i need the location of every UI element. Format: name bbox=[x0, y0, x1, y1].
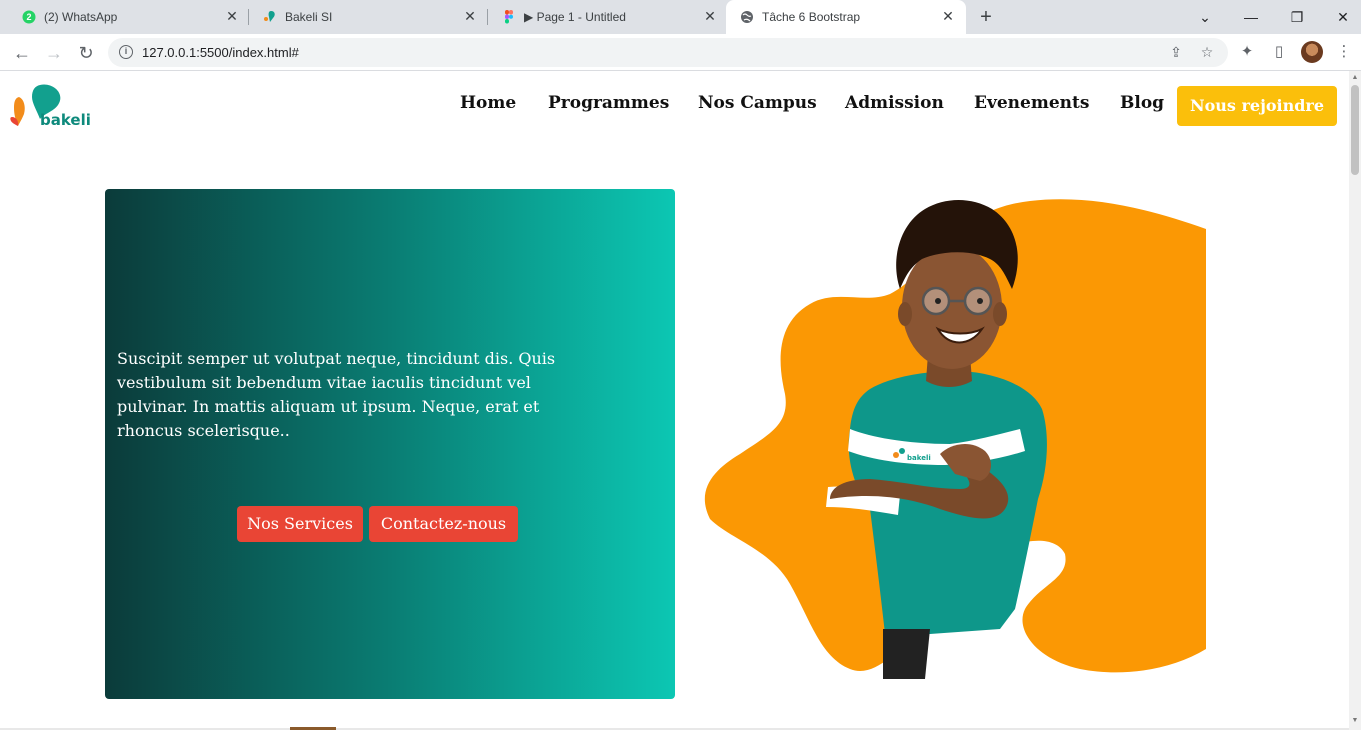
tab-bakeli[interactable]: Bakeli SI ✕ bbox=[249, 0, 487, 34]
url-text[interactable]: 127.0.0.1:5500/index.html# bbox=[142, 45, 299, 60]
back-arrow-icon[interactable]: ← bbox=[10, 41, 34, 65]
logo-text: bakeli bbox=[40, 111, 91, 129]
scrollbar-thumb[interactable] bbox=[1351, 85, 1359, 175]
share-icon[interactable]: ⇪ bbox=[1168, 44, 1184, 60]
person-ear-left bbox=[898, 302, 912, 326]
browser-toolbar: ← → ↻ i 127.0.0.1:5500/index.html# ⇪ ☆ ✦… bbox=[0, 34, 1361, 71]
tab-tache6[interactable]: Tâche 6 Bootstrap ✕ bbox=[726, 0, 966, 34]
reload-icon[interactable]: ↻ bbox=[74, 41, 98, 65]
tab-title: Bakeli SI bbox=[285, 10, 333, 24]
globe-icon bbox=[741, 11, 753, 23]
person-pants bbox=[883, 629, 930, 679]
contact-button[interactable]: Contactez-nous bbox=[369, 506, 518, 542]
close-icon[interactable]: ✕ bbox=[462, 8, 478, 24]
close-icon[interactable]: ✕ bbox=[702, 8, 718, 24]
extensions-puzzle-icon[interactable]: ✦ bbox=[1237, 42, 1257, 62]
close-icon[interactable]: ✕ bbox=[940, 8, 956, 24]
nav-home[interactable]: Home bbox=[460, 93, 516, 119]
page-scrollbar[interactable]: ▲ ▼ bbox=[1349, 71, 1361, 730]
figma-icon bbox=[505, 10, 513, 24]
restore-icon[interactable]: ❐ bbox=[1286, 6, 1308, 28]
tab-whatsapp[interactable]: 2 (2) WhatsApp ✕ bbox=[8, 0, 248, 34]
hero-illustration: bakeli bbox=[704, 199, 1206, 679]
nav-evenements[interactable]: Evenements bbox=[974, 93, 1089, 119]
address-bar[interactable]: i 127.0.0.1:5500/index.html# ⇪ ☆ bbox=[108, 38, 1228, 67]
hero-text: Suscipit semper ut volutpat neque, tinci… bbox=[117, 349, 556, 440]
minimize-icon[interactable]: — bbox=[1240, 6, 1262, 28]
tab-figma[interactable]: ▶ Page 1 - Untitled ✕ bbox=[488, 0, 724, 34]
close-icon[interactable]: ✕ bbox=[224, 8, 240, 24]
nav-nos-campus[interactable]: Nos Campus bbox=[698, 93, 817, 119]
tab-title: ▶ Page 1 - Untitled bbox=[524, 10, 626, 24]
bakeli-icon bbox=[264, 11, 275, 22]
services-button[interactable]: Nos Services bbox=[237, 506, 363, 542]
tab-title: Tâche 6 Bootstrap bbox=[762, 10, 861, 24]
profile-avatar[interactable] bbox=[1301, 41, 1323, 63]
forward-arrow-icon[interactable]: → bbox=[42, 41, 66, 65]
menu-kebab-icon[interactable]: ⋮ bbox=[1334, 42, 1354, 62]
person-ear-right bbox=[993, 302, 1007, 326]
tab-title: (2) WhatsApp bbox=[44, 10, 118, 24]
nav-programmes[interactable]: Programmes bbox=[548, 93, 669, 119]
scroll-down-arrow-icon[interactable]: ▼ bbox=[1350, 716, 1360, 726]
tab-search-chevron-icon[interactable]: ⌄ bbox=[1194, 6, 1216, 28]
new-tab-icon[interactable]: + bbox=[976, 7, 996, 27]
whatsapp-badge: 2 bbox=[26, 12, 31, 22]
whatsapp-icon: 2 bbox=[22, 10, 36, 24]
side-panel-icon[interactable]: ▯ bbox=[1269, 42, 1289, 62]
page-viewport: bakeli Home Programmes Nos Campus Admiss… bbox=[0, 71, 1349, 730]
bakeli-logo[interactable]: bakeli bbox=[10, 83, 100, 133]
join-button[interactable]: Nous rejoindre bbox=[1177, 86, 1337, 126]
site-info-icon[interactable]: i bbox=[119, 45, 133, 59]
browser-tab-strip: 2 (2) WhatsApp ✕ Bakeli SI ✕ ▶ Page 1 - … bbox=[0, 0, 1361, 34]
scroll-up-arrow-icon[interactable]: ▲ bbox=[1350, 73, 1360, 83]
bookmark-star-icon[interactable]: ☆ bbox=[1199, 44, 1215, 60]
nav-admission[interactable]: Admission bbox=[845, 93, 944, 119]
nav-blog[interactable]: Blog bbox=[1120, 93, 1164, 119]
hero-card: Suscipit semper ut volutpat neque, tinci… bbox=[105, 189, 675, 699]
window-close-icon[interactable]: ✕ bbox=[1332, 6, 1354, 28]
shirt-logo-text: bakeli bbox=[907, 454, 931, 462]
